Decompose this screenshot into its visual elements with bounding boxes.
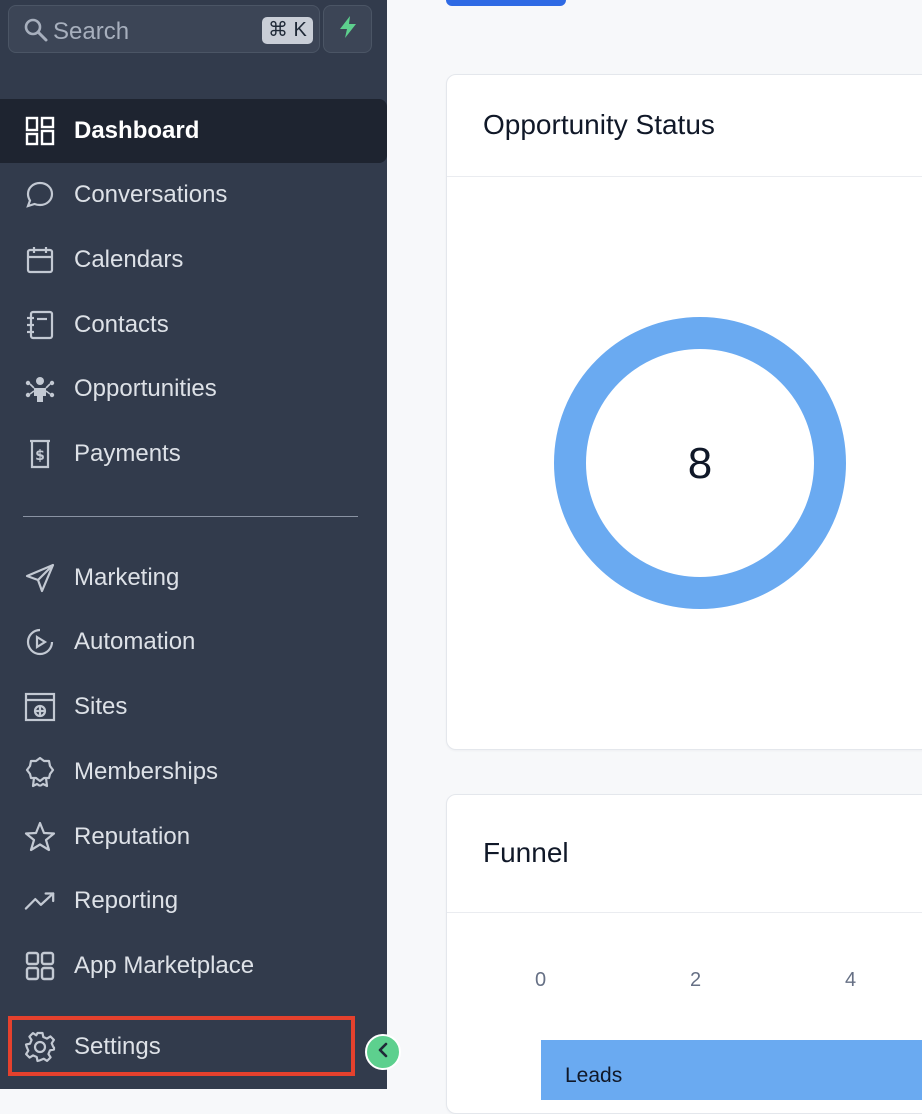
sidebar-item-sites[interactable]: Sites: [0, 675, 387, 739]
paper-plane-icon: [24, 562, 56, 594]
play-circle-icon: [24, 626, 56, 658]
sidebar-item-automation[interactable]: Automation: [0, 610, 387, 674]
sidebar-item-payments[interactable]: $ Payments: [0, 422, 387, 486]
sidebar-item-reputation[interactable]: Reputation: [0, 805, 387, 869]
sidebar-item-conversations[interactable]: Conversations: [0, 163, 387, 227]
sidebar: Search ⌘ K Dashboard Conversations Calen…: [0, 0, 387, 1089]
sidebar-item-label: Reputation: [74, 823, 191, 850]
collapse-sidebar-button[interactable]: [365, 1034, 401, 1070]
sidebar-item-label: Marketing: [74, 564, 180, 591]
lightning-bolt-icon: [337, 15, 359, 44]
sidebar-item-memberships[interactable]: Memberships: [0, 740, 387, 804]
quick-actions-button[interactable]: [323, 5, 372, 53]
sidebar-item-calendars[interactable]: Calendars: [0, 228, 387, 292]
apps-grid-icon: [24, 950, 56, 982]
sidebar-item-label: Sites: [74, 693, 128, 720]
people-network-icon: [24, 373, 56, 405]
opportunity-status-card: Opportunity Status 8: [446, 74, 922, 750]
search-input[interactable]: Search ⌘ K: [8, 5, 320, 53]
contacts-book-icon: [24, 309, 56, 341]
sidebar-item-label: Calendars: [74, 246, 184, 273]
sidebar-item-reporting[interactable]: Reporting: [0, 869, 387, 933]
sidebar-item-label: Dashboard: [74, 117, 200, 144]
svg-text:$: $: [35, 448, 45, 464]
trending-up-icon: [24, 885, 56, 917]
sidebar-item-label: App Marketplace: [74, 952, 255, 979]
browser-globe-icon: [24, 691, 56, 723]
sidebar-item-label: Reporting: [74, 887, 179, 914]
axis-tick: 0: [535, 969, 547, 991]
sidebar-item-marketing[interactable]: Marketing: [0, 546, 387, 610]
sidebar-item-opportunities[interactable]: Opportunities: [0, 357, 387, 421]
award-badge-icon: [24, 756, 56, 788]
sidebar-item-label: Opportunities: [74, 375, 217, 402]
receipt-dollar-icon: $: [24, 438, 56, 470]
card-header: Funnel: [447, 795, 922, 913]
primary-action-button[interactable]: [446, 0, 566, 6]
dashboard-grid-icon: [24, 115, 56, 147]
sidebar-item-label: Conversations: [74, 181, 228, 208]
card-title: Funnel: [483, 837, 569, 868]
card-title: Opportunity Status: [483, 109, 715, 140]
sidebar-item-label: Memberships: [74, 758, 219, 785]
donut-total: 8: [688, 439, 712, 488]
sidebar-divider: [23, 516, 358, 517]
settings-highlight-box: [8, 1016, 355, 1076]
funnel-bar-leads: Leads: [541, 1040, 922, 1100]
sidebar-item-dashboard[interactable]: Dashboard: [0, 99, 387, 163]
funnel-card: Funnel 0 2 4 Leads: [446, 794, 922, 1114]
chevron-left-icon: [376, 1042, 390, 1063]
opportunity-donut-chart: 8: [554, 317, 846, 609]
keyboard-shortcut-badge: ⌘ K: [262, 17, 313, 44]
sidebar-item-label: Automation: [74, 628, 196, 655]
sidebar-item-label: Payments: [74, 440, 181, 467]
star-icon: [24, 821, 56, 853]
sidebar-item-label: Contacts: [74, 311, 169, 338]
axis-tick: 4: [845, 969, 857, 991]
search-placeholder: Search: [53, 18, 130, 45]
card-header: Opportunity Status: [447, 75, 922, 177]
sidebar-item-app-marketplace[interactable]: App Marketplace: [0, 934, 387, 998]
chat-bubble-icon: [24, 179, 56, 211]
sidebar-item-contacts[interactable]: Contacts: [0, 293, 387, 357]
calendar-icon: [24, 244, 56, 276]
search-icon: [23, 17, 49, 48]
axis-tick: 2: [690, 969, 702, 991]
funnel-bar-label: Leads: [565, 1064, 623, 1087]
